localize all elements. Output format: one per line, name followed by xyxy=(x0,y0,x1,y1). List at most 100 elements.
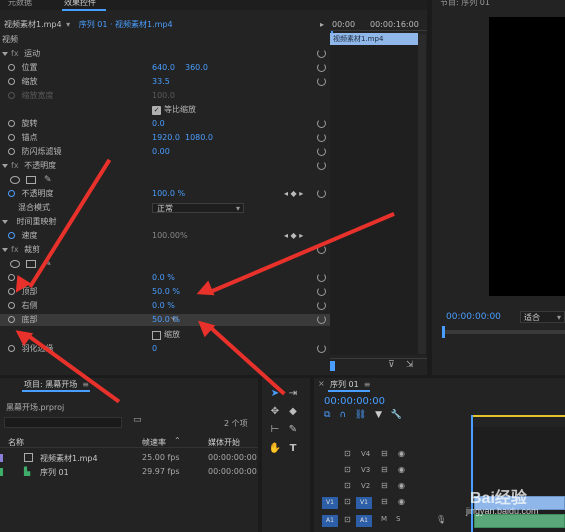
column-media-start[interactable]: 媒体开始 xyxy=(208,437,240,448)
program-playhead[interactable] xyxy=(442,326,445,338)
expand-triangle-icon[interactable] xyxy=(2,51,8,56)
export-icon[interactable]: ⇲ xyxy=(406,360,414,370)
lock-icon[interactable]: ⊡ xyxy=(344,481,351,490)
anchor-x-value[interactable]: 1920.0 xyxy=(152,132,180,144)
reset-icon[interactable] xyxy=(317,147,326,156)
anchor-row[interactable]: 锚点 1920.0 1080.0 xyxy=(0,132,330,144)
track-header-v1[interactable]: V1 V1 ⊡ ⊟ ◉ xyxy=(314,496,471,510)
source-patch-v1[interactable]: V1 xyxy=(322,497,338,509)
mini-timeline-scrollbar[interactable] xyxy=(418,34,426,354)
stopwatch-icon[interactable] xyxy=(8,148,15,155)
lock-icon[interactable]: ⊡ xyxy=(344,515,351,524)
stopwatch-icon[interactable] xyxy=(8,316,15,323)
clip-bar[interactable]: 视频素材1.mp4 xyxy=(330,33,418,45)
reset-icon[interactable] xyxy=(317,77,326,86)
project-search-input[interactable] xyxy=(4,417,122,428)
keyframe-nav[interactable]: ◂ ◆ ▸ xyxy=(284,188,303,200)
sync-lock-icon[interactable]: ⊟ xyxy=(381,465,388,474)
track-header-a1[interactable]: A1 A1 ⊡ M S 🎙 xyxy=(314,514,471,528)
column-fps[interactable]: 帧速率 xyxy=(142,437,166,448)
eye-icon[interactable]: ◉ xyxy=(398,465,405,474)
sync-lock-icon[interactable]: ⊟ xyxy=(381,449,388,458)
reset-icon[interactable] xyxy=(317,301,326,310)
snap-icon[interactable]: ∩ xyxy=(339,410,346,420)
position-y-value[interactable]: 360.0 xyxy=(185,62,208,74)
stopwatch-icon[interactable] xyxy=(8,190,15,197)
mute-button[interactable]: M xyxy=(381,515,387,523)
rectangle-mask-icon[interactable] xyxy=(26,260,36,268)
anti-flicker-row[interactable]: 防闪烁滤镜 0.00 xyxy=(0,146,330,158)
crop-left-value[interactable]: 0.0 % xyxy=(152,272,175,284)
solo-button[interactable]: S xyxy=(396,515,400,523)
blend-mode-dropdown[interactable]: 正常 ▾ xyxy=(152,203,244,213)
reset-icon[interactable] xyxy=(317,287,326,296)
playhead-bottom-marker[interactable] xyxy=(330,361,335,371)
reset-icon[interactable] xyxy=(317,344,326,353)
timeline-timecode[interactable]: 00:00:00:00 xyxy=(324,396,385,407)
chevron-down-icon[interactable]: ▾ xyxy=(66,20,70,29)
position-row[interactable]: 位置 640.0 360.0 xyxy=(0,62,330,74)
expand-triangle-icon[interactable] xyxy=(2,163,8,168)
program-scrubber[interactable] xyxy=(442,330,565,334)
zoom-row[interactable]: 缩放 xyxy=(0,329,330,341)
rotation-value[interactable]: 0.0 xyxy=(152,118,165,130)
rotation-row[interactable]: 旋转 0.0 xyxy=(0,118,330,130)
time-remap-row[interactable]: 时间重映射 xyxy=(0,216,330,228)
nest-icon[interactable]: ⧉ xyxy=(324,410,330,420)
rectangle-mask-icon[interactable] xyxy=(26,176,36,184)
reset-icon[interactable] xyxy=(317,273,326,282)
keyframe-nav[interactable]: ◂ ◆ ▸ xyxy=(284,230,303,242)
ellipse-mask-icon[interactable] xyxy=(10,260,20,268)
razor-tool-icon[interactable]: ◆ xyxy=(286,404,300,418)
stopwatch-icon[interactable] xyxy=(8,345,15,352)
type-tool-icon[interactable]: T xyxy=(286,441,300,455)
fit-dropdown[interactable]: 适合 ▾ xyxy=(520,311,565,323)
linked-selection-icon[interactable]: ⛓ xyxy=(355,410,366,420)
pen-mask-icon[interactable]: ✎ xyxy=(44,174,52,186)
eye-icon[interactable]: ◉ xyxy=(398,481,405,490)
crop-right-value[interactable]: 0.0 % xyxy=(152,300,175,312)
crop-top-row[interactable]: 顶部 50.0 % xyxy=(0,286,330,298)
timeline-tab[interactable]: 序列 01 ≡ xyxy=(330,379,370,390)
stopwatch-icon[interactable] xyxy=(8,302,15,309)
sync-lock-icon[interactable]: ⊟ xyxy=(381,481,388,490)
scale-row[interactable]: 缩放 33.5 xyxy=(0,76,330,88)
zoom-checkbox[interactable] xyxy=(152,331,161,340)
microphone-icon[interactable]: 🎙 xyxy=(436,515,446,524)
reset-icon[interactable] xyxy=(317,49,326,58)
crop-bottom-row[interactable]: 底部 50.0 % ☜ xyxy=(0,314,330,326)
stopwatch-icon[interactable] xyxy=(8,64,15,71)
anchor-y-value[interactable]: 1080.0 xyxy=(185,132,213,144)
tab-metadata[interactable]: 元数据 xyxy=(8,0,32,8)
timeline-audio-clip[interactable] xyxy=(474,514,565,528)
program-timecode[interactable]: 00:00:00:00 xyxy=(446,312,501,322)
reset-icon[interactable] xyxy=(317,63,326,72)
crop-top-value[interactable]: 50.0 % xyxy=(152,286,180,298)
eye-icon[interactable]: ◉ xyxy=(398,449,405,458)
add-marker-icon[interactable]: ▼ xyxy=(375,410,382,420)
crop-right-row[interactable]: 右侧 0.0 % xyxy=(0,300,330,312)
uniform-scale-checkbox[interactable]: ✓ xyxy=(152,106,161,115)
source-clip-label[interactable]: 视频素材1.mp4 xyxy=(4,20,62,29)
new-bin-icon[interactable]: ▭ xyxy=(133,415,142,425)
eye-icon[interactable]: ◉ xyxy=(398,497,405,506)
sync-lock-icon[interactable]: ⊟ xyxy=(381,497,388,506)
wrench-icon[interactable]: 🔧 xyxy=(391,410,402,420)
reset-icon[interactable] xyxy=(317,189,326,198)
sequence-clip-label[interactable]: 序列 01 · 视频素材1.mp4 xyxy=(79,20,173,29)
blend-mode-row[interactable]: 混合模式 正常 ▾ xyxy=(0,202,330,214)
project-item-row[interactable]: 视频素材1.mp4 25.00 fps 00:00:00:00 xyxy=(0,452,258,464)
menu-icon[interactable]: ≡ xyxy=(364,380,371,389)
reset-icon[interactable] xyxy=(317,315,326,324)
play-icon[interactable]: ▸ xyxy=(320,19,324,31)
scale-value[interactable]: 33.5 xyxy=(152,76,170,88)
ripple-edit-tool-icon[interactable]: ✥ xyxy=(268,404,282,418)
lock-icon[interactable]: ⊡ xyxy=(344,449,351,458)
stopwatch-icon[interactable] xyxy=(8,120,15,127)
track-target-v1[interactable]: V1 xyxy=(356,497,372,509)
expand-triangle-icon[interactable] xyxy=(2,219,8,224)
filter-icon[interactable]: ⊽ xyxy=(388,360,395,370)
stopwatch-icon[interactable] xyxy=(8,134,15,141)
opacity-value[interactable]: 100.0 % xyxy=(152,188,185,200)
crop-left-row[interactable]: 0.0 % xyxy=(0,272,330,284)
